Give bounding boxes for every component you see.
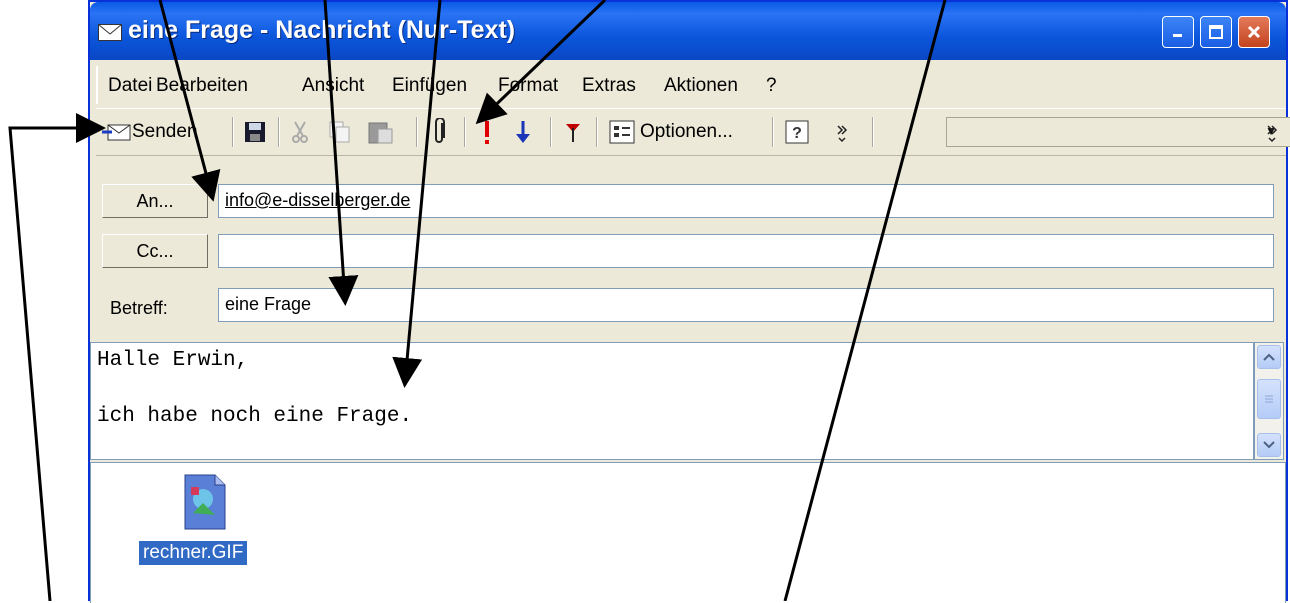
menu-format[interactable]: Format xyxy=(498,75,558,97)
to-field-value: info@e-disselberger.de xyxy=(225,190,411,210)
toolbar-combo[interactable]: ▼ xyxy=(946,117,1290,147)
flag-icon xyxy=(566,124,580,142)
copy-icon xyxy=(329,121,350,143)
send-label: Senden xyxy=(132,121,198,142)
paste-icon xyxy=(368,122,393,144)
chevron-down-icon xyxy=(1263,441,1275,449)
menu-datei[interactable]: Datei xyxy=(108,75,152,97)
cc-field[interactable] xyxy=(218,234,1274,268)
to-button[interactable]: An... xyxy=(102,184,208,218)
message-window: eine Frage - Nachricht (Nur-Text) Datei … xyxy=(88,0,1290,603)
options-button[interactable]: Optionen... xyxy=(608,115,733,149)
help-icon: ? xyxy=(785,120,809,144)
title-bar[interactable]: eine Frage - Nachricht (Nur-Text) xyxy=(90,2,1286,60)
flag-button[interactable] xyxy=(564,115,582,149)
scroll-thumb[interactable] xyxy=(1257,379,1281,419)
toolbar: Senden Optionen... ? ▼ xyxy=(96,108,1290,156)
scroll-down-button[interactable] xyxy=(1257,433,1281,457)
scroll-up-button[interactable] xyxy=(1257,345,1281,369)
send-button[interactable]: Senden xyxy=(102,115,198,149)
toolbar-overflow-right-button[interactable] xyxy=(1266,115,1278,149)
options-label: Optionen... xyxy=(640,121,733,142)
minimize-icon xyxy=(1173,34,1182,37)
attachment-pane: rechner.GIF xyxy=(90,462,1286,603)
body-line xyxy=(97,375,1247,403)
envelope-icon xyxy=(98,24,122,41)
body-line: ich habe noch eine Frage. xyxy=(97,405,413,428)
subject-label: Betreff: xyxy=(110,298,168,318)
menu-aktionen[interactable]: Aktionen xyxy=(664,75,738,97)
paperclip-icon xyxy=(435,118,445,143)
help-button[interactable]: ? xyxy=(784,115,810,149)
scissors-icon xyxy=(292,121,308,143)
arrow-to-send xyxy=(8,113,106,601)
close-button[interactable] xyxy=(1238,16,1270,48)
body-scrollbar[interactable] xyxy=(1254,342,1284,460)
save-button[interactable] xyxy=(244,115,266,149)
menu-bar: Datei Bearbeiten Ansicht Einfügen Format… xyxy=(96,66,1286,104)
close-icon xyxy=(1247,25,1261,39)
chevron-double-right-icon xyxy=(837,125,848,143)
to-field[interactable]: info@e-disselberger.de xyxy=(218,184,1274,218)
grip-icon xyxy=(1265,395,1273,403)
attachment-filename[interactable]: rechner.GIF xyxy=(139,541,248,565)
maximize-icon xyxy=(1209,25,1223,39)
menu-einfuegen[interactable]: Einfügen xyxy=(392,75,467,97)
importance-low-button[interactable] xyxy=(514,115,532,149)
svg-text:?: ? xyxy=(792,125,802,142)
message-body[interactable]: Halle Erwin, ich habe noch eine Frage. xyxy=(90,342,1254,460)
toolbar-overflow-button[interactable] xyxy=(836,115,848,149)
attach-button[interactable] xyxy=(432,115,448,149)
copy-button[interactable] xyxy=(328,115,352,149)
paste-button[interactable] xyxy=(366,115,394,149)
chevron-double-right-icon xyxy=(1267,125,1278,143)
options-icon xyxy=(609,120,635,144)
menu-ansicht[interactable]: Ansicht xyxy=(302,75,364,97)
body-line: Halle Erwin, xyxy=(97,349,249,372)
image-file-icon[interactable] xyxy=(181,473,229,531)
send-icon xyxy=(102,124,131,141)
minimize-button[interactable] xyxy=(1162,16,1194,48)
menu-extras[interactable]: Extras xyxy=(582,75,636,97)
save-icon xyxy=(245,122,265,142)
arrow-down-icon xyxy=(516,121,530,143)
window-title: eine Frage - Nachricht (Nur-Text) xyxy=(128,16,516,44)
maximize-button[interactable] xyxy=(1200,16,1232,48)
subject-field[interactable]: eine Frage xyxy=(218,288,1274,322)
menu-help[interactable]: ? xyxy=(766,75,777,97)
cc-button[interactable]: Cc... xyxy=(102,234,208,268)
exclamation-icon xyxy=(485,121,489,144)
menu-bearbeiten[interactable]: Bearbeiten xyxy=(156,75,248,97)
importance-high-button[interactable] xyxy=(480,115,494,149)
cut-button[interactable] xyxy=(290,115,310,149)
chevron-up-icon xyxy=(1263,353,1275,361)
